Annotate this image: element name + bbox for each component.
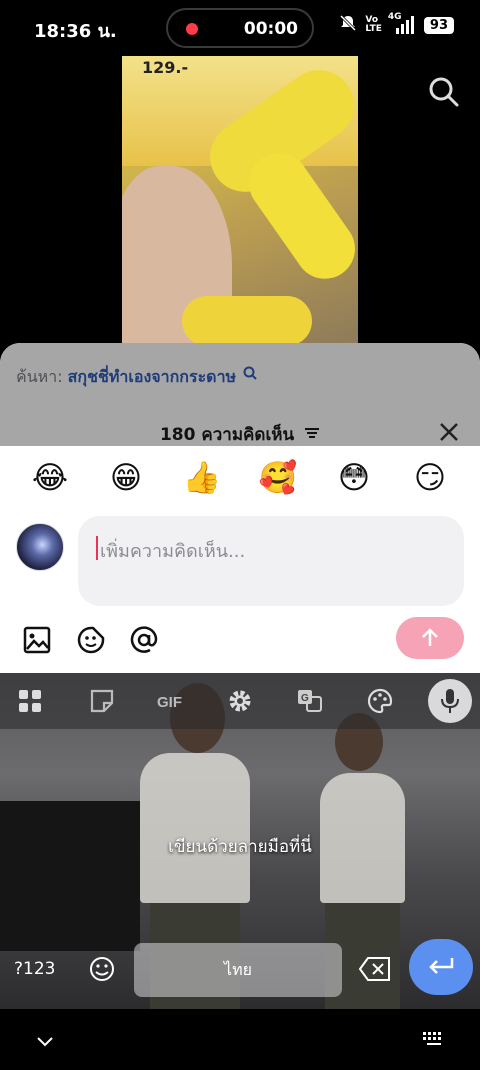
enter-arrow-icon — [429, 958, 454, 974]
svg-text:G: G — [301, 693, 309, 704]
emoji-button[interactable]: 😁 — [106, 458, 146, 498]
volte-bottom: LTE — [365, 24, 382, 34]
mention-icon[interactable] — [129, 625, 159, 655]
space-key[interactable]: ไทย — [134, 943, 342, 997]
send-button[interactable] — [396, 617, 464, 659]
image-icon[interactable] — [22, 625, 52, 655]
battery-icon: 93 — [423, 16, 454, 34]
video-player[interactable]: 129.- — [0, 56, 480, 356]
emoji-button[interactable]: 😏 — [410, 458, 450, 498]
theme-palette-icon[interactable] — [366, 687, 394, 715]
microphone-icon — [441, 689, 459, 713]
text-caret — [96, 536, 98, 560]
comment-input[interactable]: เพิ่มความคิดเห็น... — [78, 516, 464, 606]
apps-grid-icon[interactable] — [16, 687, 44, 715]
settings-gear-icon[interactable] — [226, 687, 254, 715]
emoji-button[interactable]: 👍 — [182, 458, 222, 498]
microphone-button[interactable] — [428, 679, 472, 723]
emoji-button[interactable]: 😂 — [30, 458, 70, 498]
comment-count: 180 ความคิดเห็น — [159, 425, 295, 445]
status-bar: 18:36 น. 00:00 Vo LTE 4G 93 — [0, 0, 480, 56]
comment-placeholder: เพิ่มความคิดเห็น... — [100, 541, 246, 562]
keyboard: GIF G เขียนด้วยลายมือที่นี่ ?123 ไทย — [0, 673, 480, 1009]
keyboard-switch-icon[interactable] — [422, 1031, 446, 1051]
related-search-label: ค้นหา: — [16, 367, 63, 386]
video-banana — [182, 296, 312, 346]
volte-icon: Vo LTE — [365, 16, 382, 34]
enter-key[interactable] — [409, 939, 473, 995]
filter-icon[interactable] — [304, 425, 320, 445]
emoji-button[interactable]: 😳 — [334, 458, 374, 498]
emoji-button[interactable]: 🥰 — [258, 458, 298, 498]
mute-bell-icon — [339, 14, 357, 36]
sheet-header: ค้นหา: สกุชชี่ทำเองจากกระดาษ 180 ความคิด… — [0, 343, 480, 446]
symbols-key[interactable]: ?123 — [14, 959, 55, 979]
status-time: 18:36 น. — [34, 21, 117, 42]
comment-sheet: ค้นหา: สกุชชี่ทำเองจากกระดาษ 180 ความคิด… — [0, 343, 480, 673]
signal-4g-icon: 4G — [388, 12, 416, 34]
related-search-link[interactable]: ค้นหา: สกุชชี่ทำเองจากกระดาษ — [16, 365, 257, 390]
bg-monitor — [0, 801, 140, 951]
arrow-up-icon — [422, 628, 438, 646]
backspace-icon[interactable] — [358, 955, 392, 983]
handwriting-hint: เขียนด้วยลายมือที่นี่ — [168, 837, 312, 857]
keyboard-bottom-row: ?123 ไทย — [0, 939, 480, 999]
navigation-bar — [0, 1009, 480, 1070]
hide-keyboard-chevron-icon[interactable] — [36, 1033, 54, 1052]
gif-icon[interactable]: GIF — [155, 687, 191, 715]
screen-recording-pill[interactable]: 00:00 — [166, 8, 314, 48]
related-search-term[interactable]: สกุชชี่ทำเองจากกระดาษ — [68, 367, 236, 386]
status-icons: Vo LTE 4G 93 — [339, 12, 454, 36]
search-icon[interactable] — [428, 76, 460, 108]
user-avatar — [16, 523, 64, 571]
translate-icon[interactable]: G — [296, 687, 324, 715]
record-dot-icon — [186, 23, 198, 35]
emoji-key-icon[interactable] — [88, 955, 116, 983]
search-small-icon — [243, 365, 257, 384]
keyboard-toolbar: GIF G — [0, 673, 480, 729]
sticker-icon[interactable] — [76, 625, 106, 655]
close-icon[interactable] — [438, 421, 460, 443]
sticker-icon[interactable] — [88, 687, 116, 715]
svg-text:GIF: GIF — [157, 694, 182, 711]
video-price-text: 129.- — [142, 58, 189, 77]
comment-count-title[interactable]: 180 ความคิดเห็น — [0, 421, 480, 448]
quick-emoji-row: 😂 😁 👍 🥰 😳 😏 — [0, 458, 480, 498]
recording-time: 00:00 — [243, 19, 298, 39]
video-frame: 129.- — [122, 56, 358, 346]
bg-person — [140, 753, 250, 903]
network-type: 4G — [387, 12, 402, 22]
